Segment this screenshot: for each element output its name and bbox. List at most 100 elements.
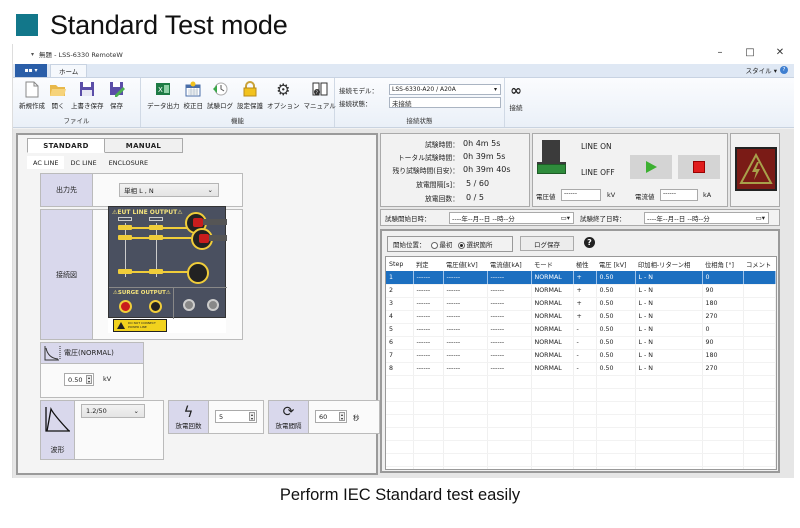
column-header[interactable]: 電圧値[kV]	[443, 257, 487, 271]
empty-cell	[635, 427, 703, 441]
table-cell: NORMAL	[531, 336, 574, 350]
connect-button[interactable]: ∞ 接続	[505, 80, 527, 114]
voltage-reading-unit: kV	[607, 191, 616, 199]
page-header: Standard Test mode	[16, 8, 288, 42]
empty-cell	[386, 401, 414, 415]
empty-cell	[635, 388, 703, 402]
table-cell	[743, 284, 776, 298]
discharge-count-input[interactable]: 5 ▴ ▾	[215, 410, 257, 423]
new-button-label: 新規作成	[19, 102, 45, 110]
table-cell: 0	[702, 323, 744, 337]
empty-row	[386, 401, 776, 415]
waveform-label-cell: 波形	[41, 401, 75, 459]
output-destination-select[interactable]: 単相 L , N ⌄	[119, 183, 219, 197]
table-cell: L - N	[635, 284, 703, 298]
table-row[interactable]: 5 ------ ------ ------ NORMAL -0.50 L - N0	[386, 323, 776, 337]
spinner-arrows[interactable]: ▴ ▾	[339, 412, 345, 421]
stop-button[interactable]	[678, 155, 720, 179]
column-header[interactable]: Step	[386, 257, 413, 271]
status-value: 0h 4m 5s	[463, 139, 501, 148]
options-button[interactable]: ⚙ オプション	[265, 80, 302, 114]
switch	[207, 299, 219, 311]
voltage-input[interactable]: 0.50 ▴ ▾	[64, 373, 94, 386]
table-cell: 0.50	[596, 297, 636, 311]
table-cell: NORMAL	[531, 271, 574, 285]
column-header[interactable]: 極性	[573, 257, 596, 271]
style-menu[interactable]: スタイル ▾ ?	[746, 65, 788, 75]
maximize-button[interactable]: □	[744, 46, 756, 60]
spinner-arrows[interactable]: ▴ ▾	[249, 412, 255, 421]
table-cell	[743, 349, 776, 363]
table-row[interactable]: 8 ------ ------ ------ NORMAL -0.50 L - N 270	[386, 362, 776, 376]
close-button[interactable]: ✕	[774, 46, 786, 60]
column-header[interactable]: コメント	[743, 257, 776, 271]
app-menu-button[interactable]: ▪▪ ▾	[15, 64, 47, 77]
cable	[203, 219, 227, 225]
open-button[interactable]: 開く	[47, 80, 69, 114]
column-header[interactable]: 電流値[kA]	[487, 257, 531, 271]
table-cell: ------	[413, 349, 444, 363]
tab-enclosure[interactable]: ENCLOSURE	[103, 156, 155, 169]
connection-model-select[interactable]: LSS-6330-A20 / A20A ▾	[389, 84, 501, 95]
empty-cell	[596, 375, 636, 389]
waveform-select[interactable]: 1.2/50 ⌄	[81, 404, 145, 418]
tab-standard[interactable]: STANDARD	[27, 138, 105, 153]
help-icon[interactable]: ?	[780, 66, 788, 74]
voltage-label: 電圧(NORMAL)	[64, 349, 114, 357]
table-cell: NORMAL	[531, 323, 574, 337]
table-row[interactable]: 3 ------ ------ ------ NORMAL +0.50 L - N 180	[386, 297, 776, 311]
discharge-interval-value: 60	[319, 412, 328, 421]
table-row[interactable]: 1 ------ ------ ------ NORMAL +0.50 L - N0	[386, 271, 776, 285]
table-row[interactable]: 4 ------ ------ ------ NORMAL +0.50 L - N 270	[386, 310, 776, 324]
warning-icon	[117, 322, 125, 329]
test-log-button[interactable]: 試験ログ	[205, 80, 235, 114]
data-export-button[interactable]: X データ出力	[145, 80, 182, 114]
table-row[interactable]: 7 ------ ------ ------ NORMAL -0.50 L - N 180	[386, 349, 776, 363]
minimize-button[interactable]: –	[714, 46, 726, 60]
column-header[interactable]: 位相角 [°]	[702, 257, 743, 271]
status-value: 5 / 60	[466, 179, 490, 188]
manual-button[interactable]: ? マニュアル	[302, 80, 338, 114]
overwrite-save-button[interactable]: 上書き保存	[69, 80, 106, 114]
start-datetime-picker[interactable]: ----年--月--日 --時--分 ▭▾	[449, 211, 574, 224]
warning-text: DO NOT CONNECT POWER LINE	[128, 321, 156, 329]
empty-cell	[702, 388, 744, 402]
calendar-dropdown-icon: ▭▾	[560, 213, 570, 222]
tab-ac-line[interactable]: AC LINE	[27, 156, 65, 169]
terminal-n	[118, 235, 132, 240]
radio-first[interactable]: 最初	[430, 239, 453, 249]
tab-manual[interactable]: MANUAL	[105, 138, 183, 153]
column-header[interactable]: モード	[531, 257, 573, 271]
status-row-remaining-time: 残り試験時間(目安)： 0h 39m 40s	[381, 165, 531, 177]
save-as-button[interactable]: 保存	[106, 80, 128, 114]
switch	[183, 299, 195, 311]
table-row[interactable]: 2 ------ ------ ------ NORMAL +0.50 L - N 90	[386, 284, 776, 298]
empty-cell	[743, 440, 776, 454]
table-cell: 90	[702, 284, 744, 298]
end-datetime-picker[interactable]: ----年--月--日 --時--分 ▭▾	[644, 211, 769, 224]
column-header[interactable]: 電圧 [kV]	[596, 257, 635, 271]
tab-home[interactable]: ホーム	[50, 64, 88, 77]
table-row[interactable]: 6 ------ ------ ------ NORMAL -0.50 L - N 90	[386, 336, 776, 350]
empty-cell	[386, 427, 414, 441]
empty-cell	[635, 414, 703, 428]
voltage-unit: kV	[103, 375, 112, 383]
tab-dc-line[interactable]: DC LINE	[64, 156, 102, 169]
voltage-reading-field: ------	[561, 189, 601, 201]
overwrite-save-label: 上書き保存	[71, 102, 104, 110]
waveform-icon	[44, 406, 70, 432]
radio-selected-position[interactable]: 選択箇所	[457, 239, 493, 249]
column-header[interactable]: 判定	[413, 257, 443, 271]
calibration-date-button[interactable]: 校正日	[182, 80, 206, 114]
discharge-interval-input[interactable]: 60 ▴ ▾	[315, 410, 347, 423]
spinner-arrows[interactable]: ▴ ▾	[86, 375, 92, 384]
settings-lock-button[interactable]: 設定保護	[235, 80, 265, 114]
save-log-button[interactable]: ログ保存	[520, 236, 574, 251]
help-icon[interactable]: ?	[584, 237, 595, 248]
start-button[interactable]	[630, 155, 672, 179]
table-cell: ------	[487, 297, 532, 311]
empty-cell	[487, 388, 532, 402]
empty-cell	[443, 453, 488, 467]
new-button[interactable]: 新規作成	[17, 80, 47, 114]
column-header[interactable]: 印加相-リターン相	[635, 257, 702, 271]
